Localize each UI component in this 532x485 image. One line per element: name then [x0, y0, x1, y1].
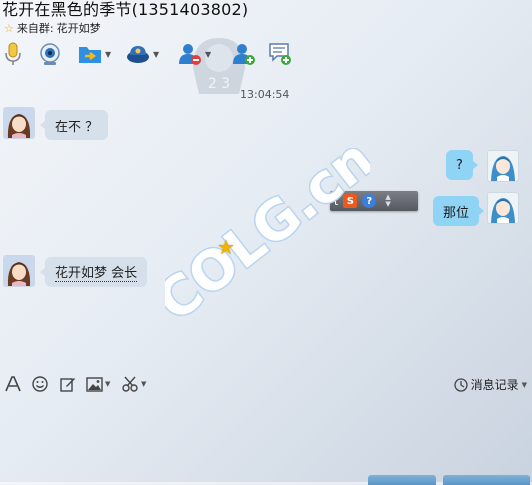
history-label: 消息记录: [470, 378, 519, 392]
send-button[interactable]: [443, 475, 530, 485]
anime-avatar-icon: [4, 108, 34, 138]
remote-assist-button[interactable]: ▼: [126, 40, 159, 68]
block-user-button[interactable]: ▼: [178, 40, 211, 68]
anime-avatar-icon: [488, 193, 518, 223]
block-user-icon: [179, 44, 201, 65]
send-file-button[interactable]: ▼: [78, 40, 111, 68]
message-text: 在不 ？: [55, 119, 99, 135]
popup-scroll-arrows[interactable]: ▲ ▼: [385, 194, 390, 208]
anime-avatar-icon: [488, 151, 518, 181]
emoji-button[interactable]: [32, 374, 48, 394]
emoji-icon: [32, 376, 48, 392]
source-group-link[interactable]: 花开如梦: [57, 20, 101, 36]
message-text: 那位: [443, 205, 470, 221]
avatar[interactable]: [3, 107, 35, 139]
star-icon: ★: [217, 235, 235, 259]
clock-icon: [453, 377, 468, 392]
webcam-icon: [40, 43, 60, 65]
add-friend-button[interactable]: [232, 40, 256, 68]
image-button[interactable]: ▼: [86, 374, 110, 394]
chevron-down-icon[interactable]: ▼: [153, 50, 159, 59]
remote-assist-icon: [127, 46, 149, 63]
image-icon: [86, 376, 103, 392]
message-text: ?: [456, 157, 463, 173]
chat-message: 花开如梦 会长: [39, 257, 148, 287]
video-button[interactable]: [38, 40, 62, 68]
message-history-button[interactable]: 消息记录 ▼: [453, 376, 527, 393]
watermark-badge-text: 2 3: [208, 76, 230, 92]
close-button[interactable]: [368, 475, 436, 485]
anime-avatar-icon: [4, 256, 34, 286]
source-prefix: 来自群:: [16, 22, 54, 35]
chat-message: ?: [446, 150, 478, 180]
send-file-icon: [79, 47, 101, 63]
add-friend-icon: [233, 44, 255, 65]
chat-message: 在不 ？: [39, 110, 109, 140]
chevron-down-icon[interactable]: ▼: [141, 380, 146, 388]
chevron-down-icon[interactable]: ▼: [522, 381, 527, 389]
star-icon: ☆: [4, 21, 14, 35]
avatar[interactable]: [487, 192, 519, 224]
screenshot-button[interactable]: ▼: [122, 374, 146, 394]
message-input[interactable]: [0, 396, 532, 482]
input-toolbar: ▼ ▼ 消息记录 ▼: [0, 372, 532, 396]
voice-button[interactable]: [4, 40, 22, 68]
font-icon: [5, 376, 21, 392]
chevron-down-icon[interactable]: ▼: [105, 380, 110, 388]
message-add-icon: [269, 43, 291, 65]
colg-watermark: COLG.cn: [165, 148, 370, 318]
chat-toolbar: ▼ ▼ ▼: [0, 38, 532, 70]
avatar[interactable]: [3, 255, 35, 287]
chevron-down-icon[interactable]: ▼: [105, 50, 111, 59]
magic-text-button[interactable]: [60, 374, 76, 394]
window-title: 花开在黑色的季节(1351403802): [2, 0, 249, 19]
chevron-down-icon[interactable]: ▼: [205, 50, 211, 59]
scissors-icon: [122, 376, 138, 392]
avatar[interactable]: [487, 150, 519, 182]
font-button[interactable]: [5, 374, 21, 394]
message-add-button[interactable]: [268, 40, 292, 68]
message-timestamp: 13:04:54: [240, 88, 290, 101]
microphone-icon: [5, 42, 21, 65]
edit-icon: [60, 378, 75, 392]
chat-message: 那位: [433, 196, 485, 226]
watermark-text: COLG.cn: [165, 148, 370, 318]
message-text: 花开如梦 会长: [55, 262, 138, 282]
group-source: ☆ 来自群: 花开如梦: [4, 20, 101, 36]
